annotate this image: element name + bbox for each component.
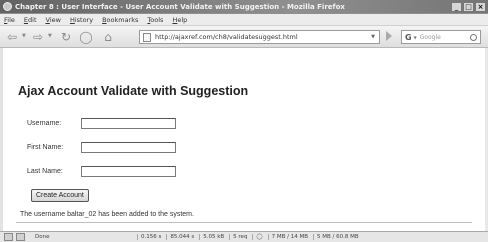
forward-history-dropdown-icon[interactable]: ▼ (48, 33, 52, 39)
close-button[interactable]: × (475, 1, 486, 12)
menu-view[interactable]: View (46, 16, 61, 24)
menu-edit[interactable]: Edit (24, 16, 37, 24)
menu-bar: File Edit View History Bookmarks Tools H… (0, 14, 488, 26)
menu-file[interactable]: File (4, 16, 15, 24)
content-divider (16, 222, 472, 223)
forward-arrow-icon[interactable]: ⇨ (30, 30, 46, 44)
address-dropdown-icon[interactable]: ▼ (371, 34, 375, 40)
window-title: Chapter 8 : User Interface - User Accoun… (15, 2, 345, 11)
back-arrow-icon[interactable]: ⇦ (4, 30, 20, 44)
status-text: Done (35, 234, 50, 240)
menu-bookmarks[interactable]: Bookmarks (102, 16, 138, 24)
stop-icon[interactable]: ◯ (78, 30, 94, 44)
status-bar: Done 0.156 s 85.044 s 5.05 kB 5 req ◯ 7 … (0, 231, 488, 242)
address-bar[interactable]: http://ajaxref.com/ch8/validatesuggest.h… (139, 30, 380, 44)
status-icon (4, 233, 13, 241)
create-account-button[interactable]: Create Account (31, 189, 89, 202)
status-cell-load-time: 0.156 s (137, 234, 164, 240)
search-placeholder[interactable]: Google (420, 34, 470, 41)
menu-tools[interactable]: Tools (147, 16, 163, 24)
first-name-label: First Name: (27, 144, 64, 151)
search-box[interactable]: G ▼ Google (401, 30, 481, 44)
home-icon[interactable]: ⌂ (100, 30, 116, 44)
username-label: Username: (27, 120, 62, 127)
search-engine-dropdown-icon[interactable]: ▼ (414, 35, 417, 40)
last-name-label: Last Name: (27, 168, 63, 175)
result-message: The username baltar_02 has been added to… (20, 211, 194, 218)
firebug-icon[interactable] (16, 233, 25, 241)
status-cell-indicator-icon: ◯ (252, 234, 265, 240)
window-controls: _ □ × (451, 1, 486, 12)
navigation-toolbar: ⇦ ▼ ⇨ ▼ ↻ ◯ ⌂ http://ajaxref.com/ch8/val… (0, 26, 488, 48)
first-name-input[interactable] (81, 142, 176, 153)
username-input[interactable] (81, 118, 176, 129)
search-icon[interactable] (470, 33, 477, 41)
go-arrow-icon[interactable] (386, 31, 392, 41)
status-cell-memory: 7 MB / 14 MB (267, 234, 311, 240)
page-content (0, 48, 488, 231)
status-cell-size: 5.05 kB (199, 234, 227, 240)
window-title-bar: Chapter 8 : User Interface - User Accoun… (0, 0, 488, 14)
status-cell-memory-total: 5 MB / 60.8 MB (312, 234, 362, 240)
address-bar-url[interactable]: http://ajaxref.com/ch8/validatesuggest.h… (155, 33, 371, 41)
status-cell-requests: 5 req (229, 234, 250, 240)
page-title: Ajax Account Validate with Suggestion (18, 84, 249, 98)
reload-icon[interactable]: ↻ (58, 30, 74, 44)
menu-help[interactable]: Help (172, 16, 187, 24)
firefox-icon (3, 2, 12, 11)
search-engine-icon[interactable]: G (405, 33, 412, 42)
menu-history[interactable]: History (70, 16, 93, 24)
minimize-button[interactable]: _ (451, 1, 462, 12)
back-history-dropdown-icon[interactable]: ▼ (22, 33, 26, 39)
maximize-button[interactable]: □ (463, 1, 474, 12)
status-cell-total-time: 85.044 s (166, 234, 197, 240)
last-name-input[interactable] (81, 166, 176, 177)
page-icon (143, 32, 151, 42)
